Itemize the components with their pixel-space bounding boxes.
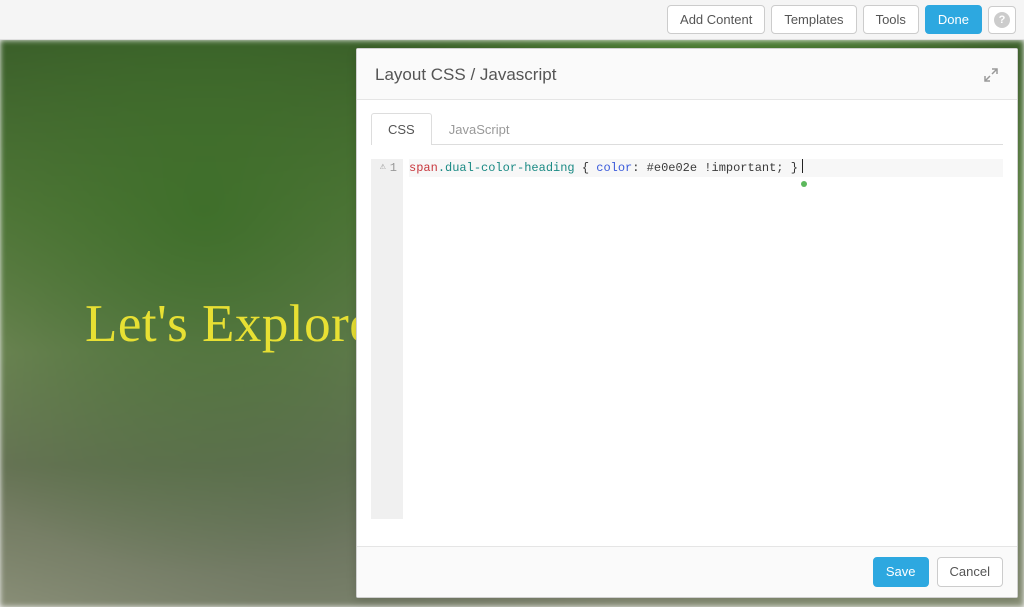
code-token-value: #e0e02e	[647, 161, 697, 175]
code-token-property: color	[596, 161, 632, 175]
help-button[interactable]: ?	[988, 6, 1016, 34]
save-button[interactable]: Save	[873, 557, 929, 587]
modal-header: Layout CSS / Javascript	[357, 49, 1017, 100]
code-token-colon: :	[632, 161, 646, 175]
done-button[interactable]: Done	[925, 5, 982, 35]
line-number: 1	[390, 159, 397, 177]
code-token-class: .dual-color-heading	[438, 161, 575, 175]
help-icon: ?	[994, 12, 1010, 28]
code-area[interactable]: span.dual-color-heading { color: #e0e02e…	[403, 159, 1003, 519]
hero-heading: Let's Explore	[85, 294, 373, 354]
expand-icon[interactable]	[983, 67, 999, 83]
templates-button[interactable]: Templates	[771, 5, 856, 35]
code-token-brace-open: {	[575, 161, 597, 175]
text-cursor	[802, 159, 803, 173]
tools-button[interactable]: Tools	[863, 5, 919, 35]
layout-css-js-modal: Layout CSS / Javascript CSS JavaScript ⚠…	[356, 48, 1018, 598]
code-token-important: !important;	[697, 161, 791, 175]
top-toolbar: Add Content Templates Tools Done ?	[0, 0, 1024, 40]
warning-icon: ⚠	[380, 163, 386, 173]
status-dot-icon	[801, 181, 807, 187]
cancel-button[interactable]: Cancel	[937, 557, 1003, 587]
tab-javascript[interactable]: JavaScript	[432, 113, 527, 145]
modal-footer: Save Cancel	[357, 546, 1017, 597]
editor-gutter: ⚠ 1	[371, 159, 403, 519]
tab-css[interactable]: CSS	[371, 113, 432, 145]
code-token-tag: span	[409, 161, 438, 175]
code-editor[interactable]: ⚠ 1 span.dual-color-heading { color: #e0…	[357, 145, 1017, 546]
code-token-brace-close: }	[791, 161, 798, 175]
tabs: CSS JavaScript	[357, 100, 1017, 144]
code-line-1[interactable]: span.dual-color-heading { color: #e0e02e…	[409, 159, 1003, 177]
modal-title: Layout CSS / Javascript	[375, 65, 556, 85]
add-content-button[interactable]: Add Content	[667, 5, 765, 35]
